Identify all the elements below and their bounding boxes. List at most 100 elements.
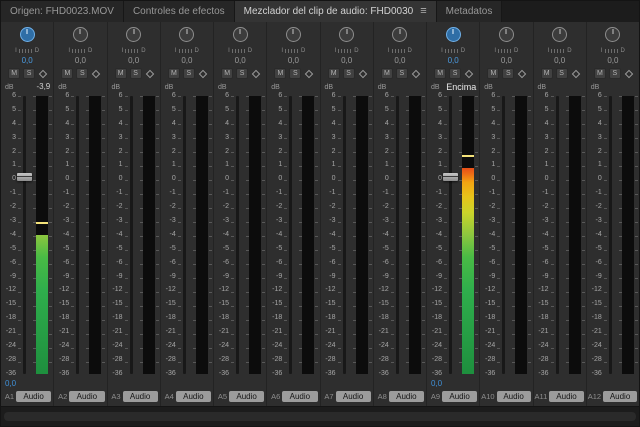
volume-value[interactable]: 0,0 [431, 379, 442, 388]
fader-track[interactable] [289, 96, 293, 374]
track-name[interactable]: Audio [549, 391, 584, 402]
solo-button[interactable]: S [23, 68, 36, 79]
mute-button[interactable]: M [274, 68, 287, 79]
db-scale-label: -12 [378, 286, 389, 294]
keyframe-icon[interactable] [571, 69, 580, 78]
fader-area: 6 5 4 3 2 1 0 -1 -2 -3 -4 -5 -6 -9 -12 -15 -18 -21 -24 -28 -… [1, 92, 53, 377]
keyframe-icon[interactable] [358, 69, 367, 78]
tab-source-monitor[interactable]: Origen: FHD0023.MOV [1, 1, 124, 22]
fader-track[interactable] [395, 96, 399, 374]
tab-metadata[interactable]: Metadatos [436, 1, 503, 22]
fader-track[interactable] [182, 96, 186, 374]
pan-knob[interactable] [498, 27, 514, 42]
pan-value[interactable]: 0,0 [534, 55, 586, 66]
mute-button[interactable]: M [380, 68, 393, 79]
mute-solo-row: M S [108, 66, 160, 81]
pan-knob[interactable] [285, 27, 301, 42]
mute-button[interactable]: M [61, 68, 74, 79]
tab-effect-controls[interactable]: Controles de efectos [123, 1, 235, 22]
track-name[interactable]: Audio [282, 391, 318, 402]
fader-track[interactable] [23, 96, 26, 374]
solo-button[interactable]: S [449, 68, 462, 79]
keyframe-icon[interactable] [305, 69, 314, 78]
pan-knob[interactable] [179, 27, 195, 42]
pan-value[interactable]: 0,0 [108, 55, 160, 66]
pan-value[interactable]: 0,0 [427, 55, 479, 66]
fader-thumb[interactable] [17, 172, 32, 181]
pan-knob[interactable] [232, 27, 248, 42]
fader-track[interactable] [342, 96, 346, 374]
track-name[interactable]: Audio [442, 391, 478, 402]
pan-value[interactable]: 0,0 [267, 55, 319, 66]
pan-knob[interactable] [605, 27, 621, 42]
mute-button[interactable]: M [593, 68, 606, 79]
pan-value[interactable]: 0,0 [374, 55, 426, 66]
mute-button[interactable]: M [221, 68, 234, 79]
pan-knob[interactable] [445, 27, 461, 42]
mute-button[interactable]: M [434, 68, 447, 79]
mute-button[interactable]: M [487, 68, 500, 79]
keyframe-icon[interactable] [464, 69, 474, 78]
solo-button[interactable]: S [182, 68, 195, 79]
meter-ticks-right-icon [528, 96, 532, 374]
track-name[interactable]: Audio [69, 391, 105, 402]
keyframe-icon[interactable] [38, 69, 48, 78]
pan-value[interactable]: 0,0 [161, 55, 213, 66]
track-name[interactable]: Audio [122, 391, 158, 402]
solo-button[interactable]: S [502, 68, 515, 79]
keyframe-icon[interactable] [411, 69, 421, 78]
pan-value[interactable]: 0,0 [480, 55, 532, 66]
solo-button[interactable]: S [395, 68, 408, 79]
track-name[interactable]: Audio [175, 391, 211, 402]
solo-button[interactable]: S [76, 68, 89, 79]
keyframe-icon[interactable] [251, 69, 261, 78]
fader-track[interactable] [502, 96, 506, 374]
pan-value[interactable]: 0,0 [1, 55, 53, 66]
fader-track[interactable] [608, 96, 612, 374]
keyframe-icon[interactable] [624, 69, 634, 78]
solo-button[interactable]: S [342, 68, 355, 79]
pan-value[interactable]: 0,0 [214, 55, 266, 66]
pan-knob[interactable] [72, 27, 88, 42]
fader-track[interactable] [555, 96, 559, 374]
pan-value[interactable]: 0,0 [54, 55, 106, 66]
keyframe-icon[interactable] [92, 69, 101, 78]
solo-button[interactable]: S [608, 68, 621, 79]
solo-button[interactable]: S [129, 68, 142, 79]
pan-knob[interactable] [19, 27, 35, 42]
solo-button[interactable]: S [236, 68, 249, 79]
track-name[interactable]: Audio [388, 391, 424, 402]
pan-knob[interactable] [339, 27, 355, 42]
track-name[interactable]: Audio [335, 391, 371, 402]
fader-track[interactable] [76, 96, 80, 374]
db-scale-label: -24 [485, 342, 496, 350]
keyframe-icon[interactable] [198, 69, 208, 78]
mute-button[interactable]: M [8, 68, 21, 79]
pan-value[interactable]: 0,0 [321, 55, 373, 66]
fader-thumb[interactable] [443, 172, 458, 181]
fader-track[interactable] [129, 96, 133, 374]
keyframe-icon[interactable] [518, 69, 527, 78]
pan-value[interactable]: 0,0 [587, 55, 639, 66]
solo-button[interactable]: S [289, 68, 302, 79]
keyframe-icon[interactable] [145, 69, 154, 78]
track-name[interactable]: Audio [496, 391, 531, 402]
mute-button[interactable]: M [167, 68, 180, 79]
mute-button[interactable]: M [540, 68, 553, 79]
fader-track[interactable] [449, 96, 452, 374]
solo-button[interactable]: S [555, 68, 568, 79]
pan-knob[interactable] [552, 27, 568, 42]
pan-knob[interactable] [126, 27, 142, 42]
mute-button[interactable]: M [114, 68, 127, 79]
pan-right-label: D [194, 48, 199, 54]
tab-audio-clip-mixer[interactable]: Mezclador del clip de audio: FHD0030 ≡ [234, 1, 437, 22]
horizontal-scrollbar[interactable] [4, 412, 636, 421]
track-name[interactable]: Audio [229, 391, 265, 402]
track-name[interactable]: Audio [16, 391, 52, 402]
mute-button[interactable]: M [327, 68, 340, 79]
track-name[interactable]: Audio [603, 391, 637, 402]
panel-menu-icon[interactable]: ≡ [420, 6, 426, 17]
fader-track[interactable] [236, 96, 239, 374]
volume-value[interactable]: 0,0 [5, 379, 16, 388]
pan-knob[interactable] [392, 27, 408, 42]
